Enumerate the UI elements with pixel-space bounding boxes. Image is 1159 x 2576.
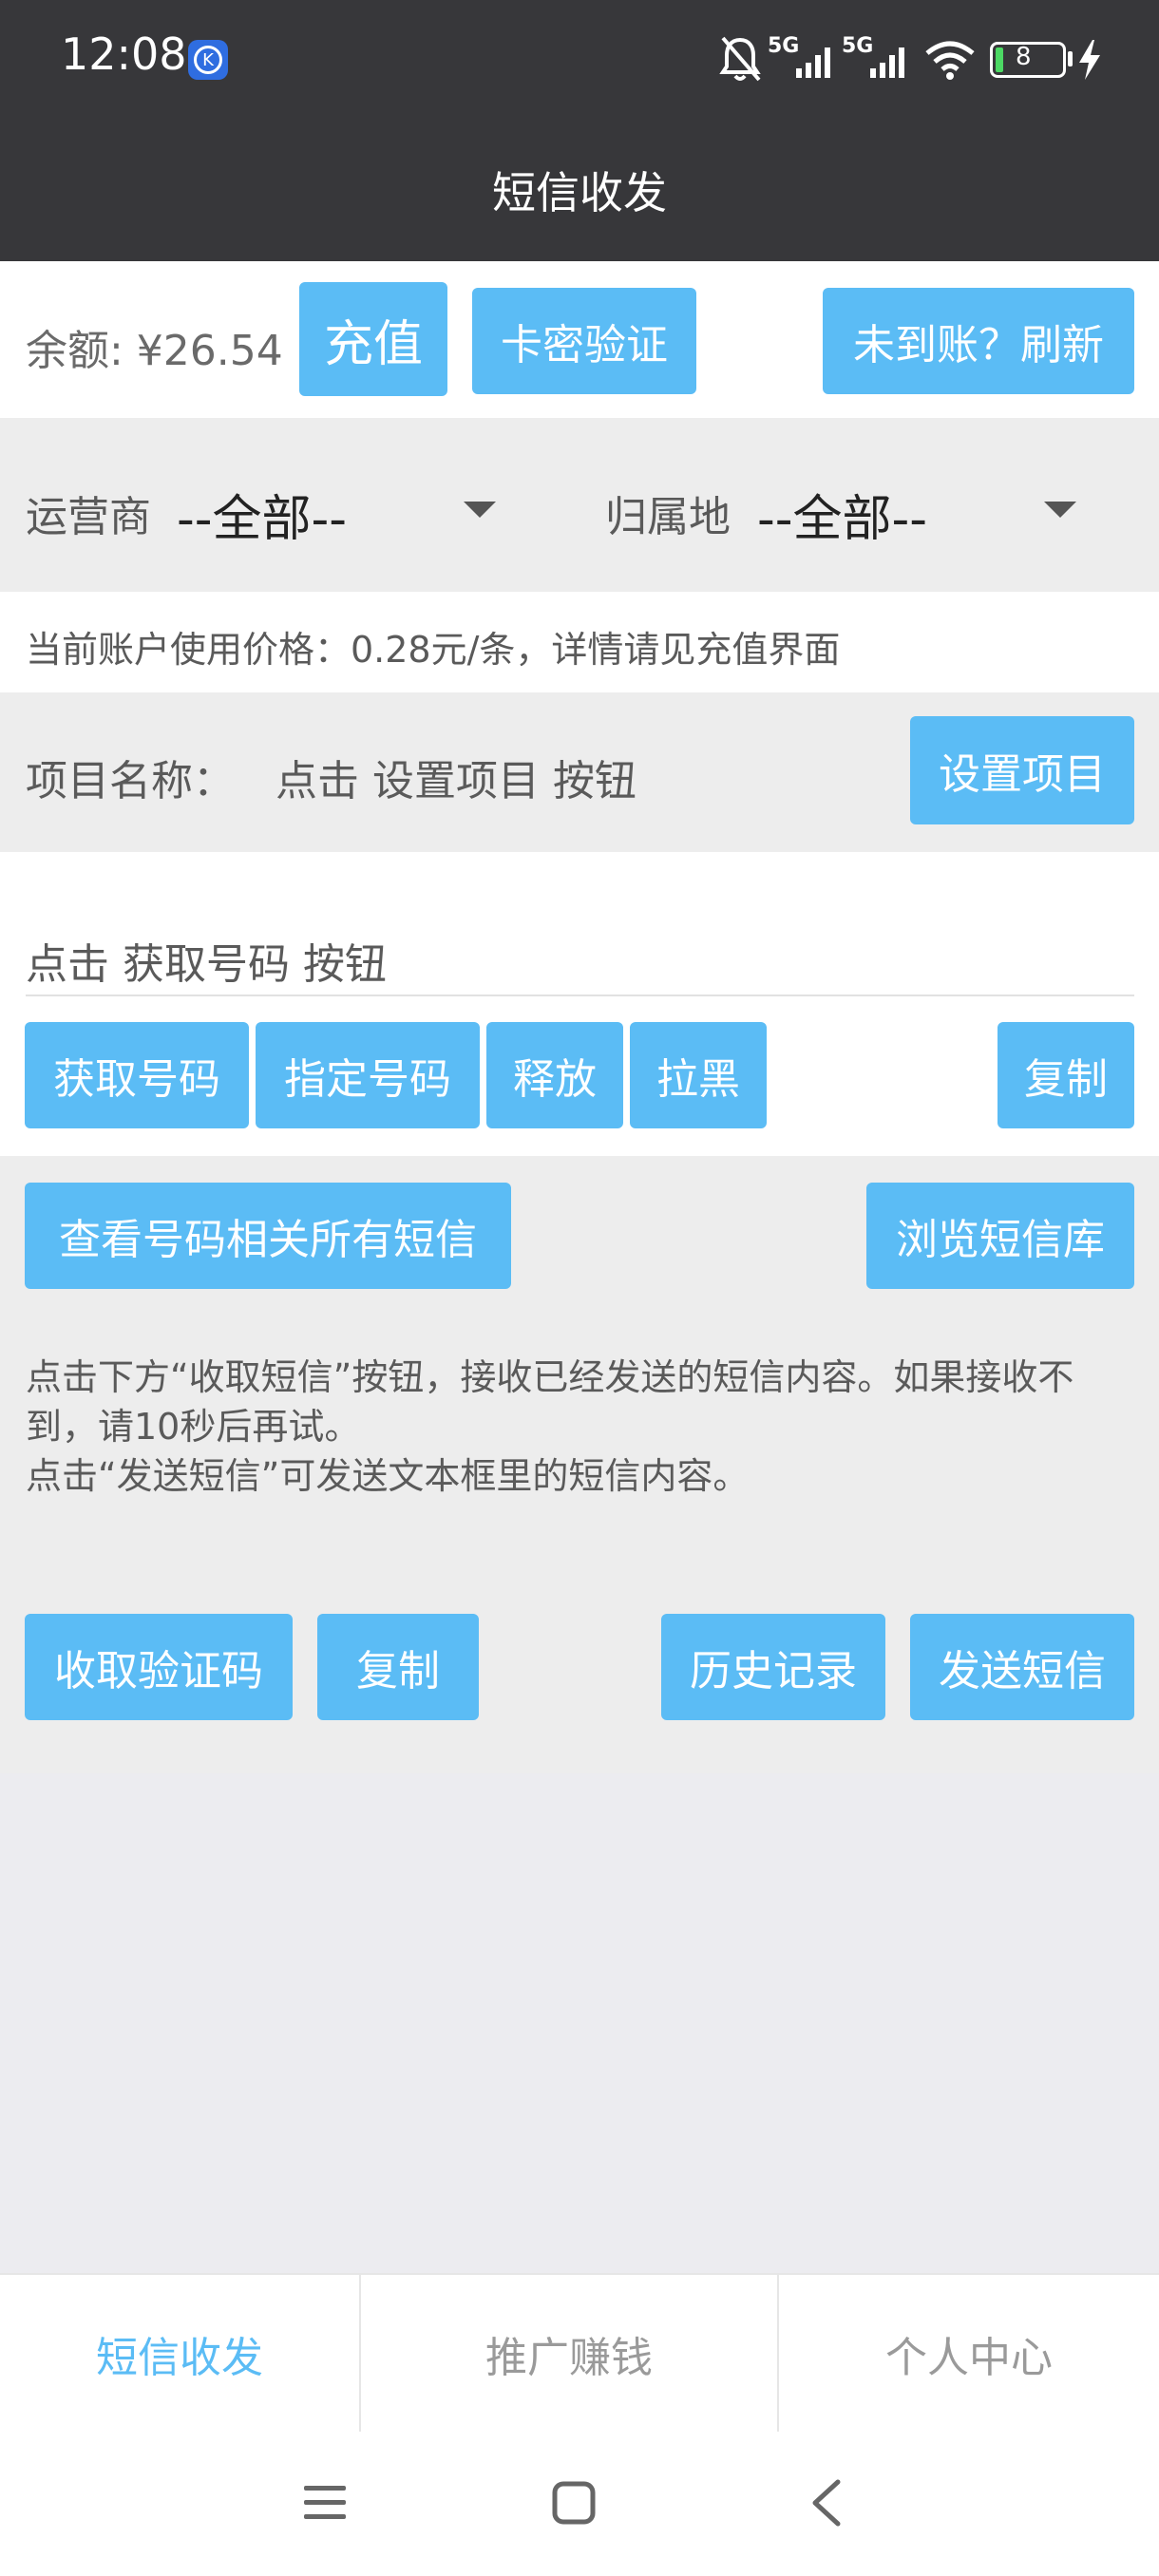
browse-sms-library-button[interactable]: 浏览短信库 — [866, 1183, 1134, 1289]
page-title: 短信收发 — [492, 167, 667, 218]
send-sms-button[interactable]: 发送短信 — [910, 1614, 1134, 1720]
card-verify-button[interactable]: 卡密验证 — [472, 288, 696, 394]
refresh-button[interactable]: 未到账？刷新 — [823, 288, 1134, 394]
signal-icon-1 — [796, 47, 830, 78]
app-badge-icon: K — [188, 40, 228, 80]
tab-profile[interactable]: 个人中心 — [779, 2275, 1159, 2432]
view-all-sms-button[interactable]: 查看号码相关所有短信 — [25, 1183, 511, 1289]
status-bar: 12:08 K 5G 5G 8 — [0, 0, 1159, 119]
battery-icon: 8 — [990, 42, 1066, 78]
tab-promote[interactable]: 推广赚钱 — [361, 2275, 777, 2432]
copy-code-button[interactable]: 复制 — [317, 1614, 479, 1720]
balance-row: 余额: ¥26.54 充值 卡密验证 未到账？刷新 — [0, 261, 1159, 418]
tab-sms[interactable]: 短信收发 — [0, 2275, 359, 2432]
phone-number-display[interactable]: 点击 获取号码 按钮 — [26, 930, 387, 991]
sms-instruction-line-1: 点击下方“收取短信”按钮，接收已经发送的短信内容。如果接收不 — [26, 1356, 1074, 1398]
project-row: 项目名称： 点击 设置项目 按钮 设置项目 — [0, 692, 1159, 852]
system-nav-bar — [0, 2434, 1159, 2576]
chevron-down-icon — [1044, 502, 1076, 518]
mute-bell-icon — [719, 36, 761, 82]
carrier-select[interactable]: --全部-- — [177, 465, 500, 551]
history-button[interactable]: 历史记录 — [661, 1614, 885, 1720]
copy-number-button[interactable]: 复制 — [998, 1022, 1134, 1128]
status-time: 12:08 — [61, 28, 187, 80]
assign-number-button[interactable]: 指定号码 — [256, 1022, 480, 1128]
home-icon[interactable] — [551, 2480, 597, 2526]
empty-area — [0, 1773, 1159, 2275]
menu-icon[interactable] — [302, 2482, 348, 2524]
filter-row: 运营商 --全部-- 归属地 --全部-- — [0, 418, 1159, 592]
project-value: 点击 设置项目 按钮 — [276, 757, 636, 805]
balance-label: 余额: ¥26.54 — [26, 327, 283, 375]
signal-icon-2 — [870, 47, 904, 78]
battery-level: 8 — [1016, 43, 1032, 71]
receive-code-button[interactable]: 收取验证码 — [25, 1614, 293, 1720]
price-notice: 当前账户使用价格：0.28元/条，详情请见充值界面 — [26, 629, 841, 671]
region-label: 归属地 — [605, 493, 731, 541]
set-project-button[interactable]: 设置项目 — [910, 716, 1134, 824]
project-label: 项目名称： — [26, 757, 235, 805]
carrier-select-value: --全部-- — [177, 491, 348, 548]
divider — [26, 994, 1134, 996]
sms-instruction-line-3: 点击“发送短信”可发送文本框里的短信内容。 — [26, 1455, 750, 1497]
recharge-button[interactable]: 充值 — [299, 282, 447, 396]
price-notice-row: 当前账户使用价格：0.28元/条，详情请见充值界面 — [0, 592, 1159, 692]
sms-instruction-line-2: 到，请10秒后再试。 — [26, 1406, 361, 1448]
chevron-down-icon — [464, 502, 496, 518]
region-select[interactable]: --全部-- — [757, 465, 1080, 551]
get-number-button[interactable]: 获取号码 — [25, 1022, 249, 1128]
back-icon[interactable] — [808, 2478, 846, 2528]
carrier-label: 运营商 — [26, 493, 151, 541]
block-button[interactable]: 拉黑 — [630, 1022, 767, 1128]
charging-bolt-icon — [1079, 40, 1100, 80]
sms-section: 查看号码相关所有短信 浏览短信库 点击下方“收取短信”按钮，接收已经发送的短信内… — [0, 1156, 1159, 1773]
region-select-value: --全部-- — [757, 491, 928, 548]
title-bar: 短信收发 — [0, 119, 1159, 261]
wifi-icon — [925, 41, 975, 80]
release-button[interactable]: 释放 — [486, 1022, 623, 1128]
number-section: 点击 获取号码 按钮 获取号码 指定号码 释放 拉黑 复制 — [0, 852, 1159, 1156]
